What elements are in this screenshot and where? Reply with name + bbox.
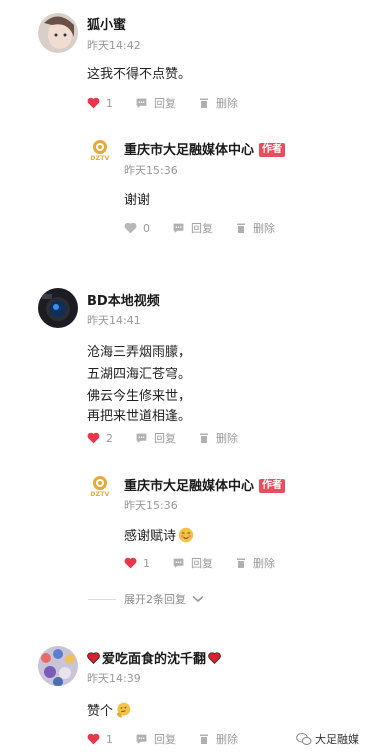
- red-heart-icon: [208, 652, 221, 664]
- author-badge: 作者: [259, 479, 286, 493]
- reply-text: 感谢赋诗: [124, 526, 194, 548]
- logo-text-icon: DZTV: [90, 491, 110, 498]
- like-count: 0: [143, 221, 150, 235]
- commenter-name-text: 爱吃面食的沈千翻: [102, 652, 207, 667]
- comment-text-line: 五湖四海汇苍穹。: [87, 367, 192, 382]
- like-count: 2: [106, 431, 113, 445]
- reply-button[interactable]: 回复: [135, 731, 176, 747]
- expand-replies-button[interactable]: 展开2条回复: [88, 591, 204, 607]
- reply-button[interactable]: 回复: [172, 555, 213, 571]
- commenter-name[interactable]: 爱吃面食的沈千翻: [87, 648, 221, 667]
- reply-actions: 1 回复 删除: [124, 555, 297, 571]
- reply-actions: 0 回复 删除: [124, 220, 297, 236]
- thinking-emoji-icon: [116, 702, 131, 718]
- reply-label: 回复: [154, 97, 176, 110]
- reply-button[interactable]: 回复: [135, 95, 176, 111]
- like-button[interactable]: 1: [87, 97, 113, 110]
- commenter-name[interactable]: BD本地视频: [87, 290, 160, 309]
- avatar-camera-photo: [38, 288, 78, 328]
- reply-button[interactable]: 回复: [135, 430, 176, 446]
- comment-bubble-icon: [173, 223, 184, 233]
- watermark: 大足融媒: [296, 731, 359, 747]
- comment-time: 昨天14:42: [87, 39, 141, 52]
- trash-icon: [200, 734, 208, 744]
- trash-icon: [200, 433, 208, 443]
- reply-label: 回复: [154, 432, 176, 445]
- heart-icon: [87, 432, 100, 444]
- heart-icon: [87, 733, 100, 745]
- author-badge: 作者: [259, 143, 286, 157]
- avatar[interactable]: [38, 646, 78, 686]
- delete-label: 删除: [216, 733, 238, 746]
- like-count: 1: [143, 556, 150, 570]
- comment-time: 昨天14:39: [87, 672, 141, 685]
- comment-actions: 1 回复 删除: [87, 731, 260, 747]
- logo-text-icon: DZTV: [90, 155, 110, 162]
- expand-replies-label: 展开2条回复: [124, 593, 186, 606]
- reply-label: 回复: [191, 557, 213, 570]
- trash-icon: [200, 98, 208, 108]
- avatar-photo: [38, 13, 78, 53]
- like-count: 1: [106, 96, 113, 110]
- delete-button[interactable]: 删除: [198, 430, 238, 446]
- reply-button[interactable]: 回复: [172, 220, 213, 236]
- cqtv-logo-avatar[interactable]: DZTV: [88, 476, 112, 502]
- blush-emoji-icon: [178, 527, 194, 543]
- red-heart-icon: [87, 652, 100, 664]
- heart-icon: [124, 557, 137, 569]
- comment-bubble-icon: [173, 558, 184, 568]
- comment-bubble-icon: [136, 433, 147, 443]
- divider-line: [88, 598, 116, 600]
- like-button[interactable]: 2: [87, 432, 113, 445]
- comment-actions: 2 回复 删除: [87, 430, 260, 446]
- delete-button[interactable]: 删除: [235, 220, 275, 236]
- comment-time: 昨天14:41: [87, 314, 141, 327]
- comment-text-line: 佛云今生修来世，: [87, 389, 192, 404]
- delete-label: 删除: [216, 97, 238, 110]
- author-name[interactable]: 重庆市大足融媒体中心 作者: [124, 475, 286, 494]
- chevron-down-icon: [192, 595, 204, 603]
- reply-label: 回复: [191, 222, 213, 235]
- delete-label: 删除: [253, 222, 275, 235]
- comment-bubble-icon: [136, 98, 147, 108]
- watermark-text: 大足融媒: [315, 733, 359, 746]
- author-name[interactable]: 重庆市大足融媒体中心 作者: [124, 139, 286, 158]
- author-name-text: 重庆市大足融媒体中心: [124, 479, 255, 494]
- reply-text: 谢谢: [124, 193, 151, 208]
- reply-time: 昨天15:36: [124, 499, 178, 512]
- reply-label: 回复: [154, 733, 176, 746]
- delete-button[interactable]: 删除: [198, 95, 238, 111]
- reply-time: 昨天15:36: [124, 164, 178, 177]
- comment-text: 这我不得不点赞。: [87, 67, 192, 82]
- like-button[interactable]: 0: [124, 222, 150, 235]
- commenter-name[interactable]: 狐小蜜: [87, 14, 126, 33]
- avatar[interactable]: [38, 13, 78, 53]
- comment-text-content: 赞个: [87, 704, 114, 719]
- cqtv-logo-avatar[interactable]: DZTV: [88, 140, 112, 166]
- reply-text-content: 感谢赋诗: [124, 529, 177, 544]
- heart-icon: [124, 222, 137, 234]
- avatar-crowd-photo: [38, 646, 78, 686]
- logo-ring-icon: [93, 476, 107, 490]
- heart-icon: [87, 97, 100, 109]
- delete-label: 删除: [253, 557, 275, 570]
- comment-text-line: 沧海三弄烟雨朦，: [87, 345, 192, 360]
- comment-actions: 1 回复 删除: [87, 95, 260, 111]
- trash-icon: [237, 223, 245, 233]
- like-button[interactable]: 1: [87, 733, 113, 746]
- like-count: 1: [106, 732, 113, 746]
- delete-button[interactable]: 删除: [235, 555, 275, 571]
- delete-button[interactable]: 删除: [198, 731, 238, 747]
- comment-bubble-icon: [136, 734, 147, 744]
- avatar[interactable]: [38, 288, 78, 328]
- like-button[interactable]: 1: [124, 557, 150, 570]
- comment-text: 赞个: [87, 701, 131, 723]
- wechat-icon: [296, 732, 312, 745]
- delete-label: 删除: [216, 432, 238, 445]
- logo-ring-icon: [93, 140, 107, 154]
- author-name-text: 重庆市大足融媒体中心: [124, 143, 255, 158]
- comment-text-line: 再把来世道相逢。: [87, 409, 192, 424]
- trash-icon: [237, 558, 245, 568]
